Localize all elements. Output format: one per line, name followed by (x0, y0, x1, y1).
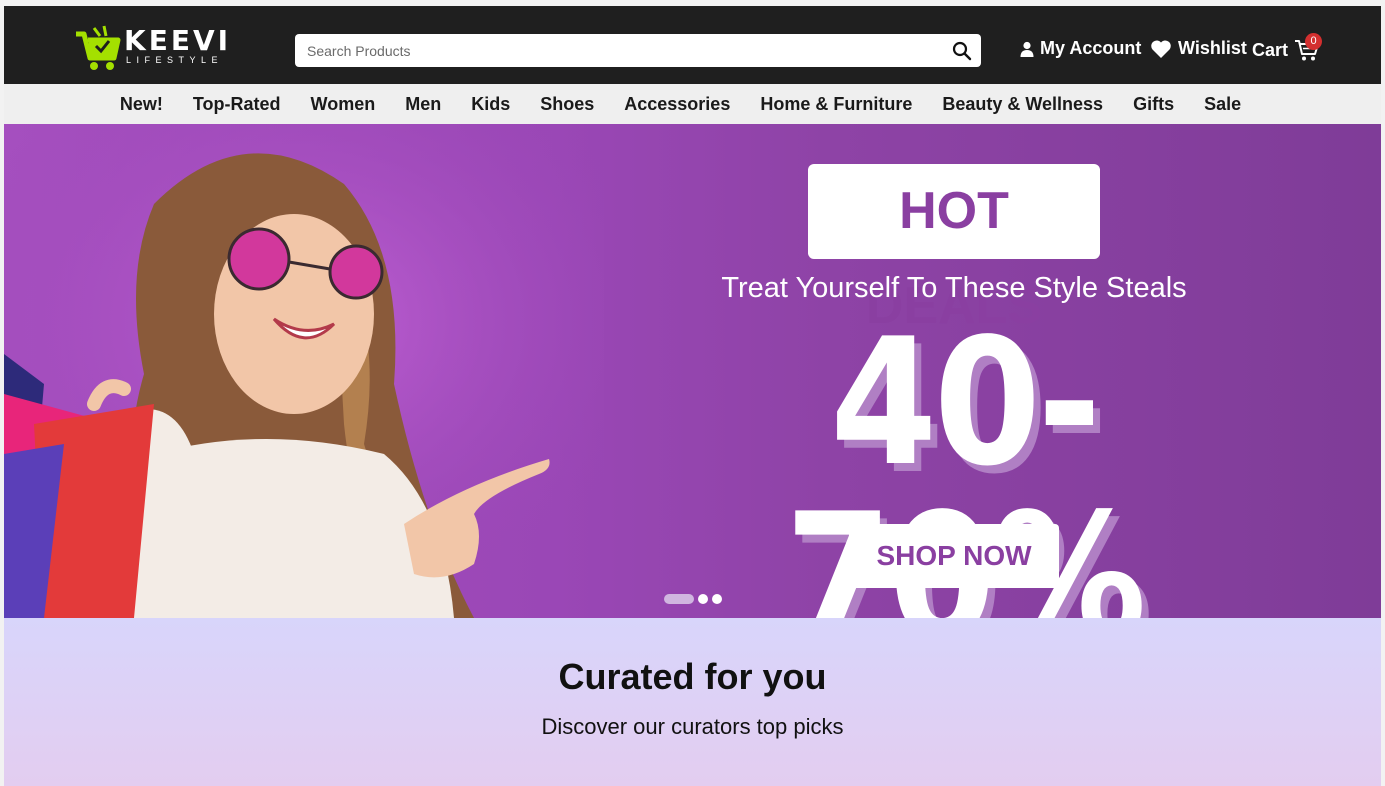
cart-logo-icon (76, 25, 121, 70)
nav-item-gifts[interactable]: Gifts (1133, 94, 1174, 115)
hero-tagline: Treat Yourself To These Style Steals (721, 272, 1187, 304)
nav-item-shoes[interactable]: Shoes (540, 94, 594, 115)
site-header: KEEVI LIFESTYLE My Account Wishli (4, 6, 1381, 84)
nav-item-beauty-wellness[interactable]: Beauty & Wellness (942, 94, 1103, 115)
nav-item-new[interactable]: New! (120, 94, 163, 115)
shop-now-button[interactable]: SHOP NOW (849, 524, 1059, 588)
main-nav: New! Top-Rated Women Men Kids Shoes Acce… (4, 84, 1381, 124)
nav-item-home-furniture[interactable]: Home & Furniture (760, 94, 912, 115)
carousel-dots (664, 594, 722, 604)
cart-count-badge: 0 (1305, 33, 1322, 50)
curated-subtitle: Discover our curators top picks (541, 714, 844, 739)
hero-model-image (4, 124, 604, 618)
search-bar (295, 34, 981, 67)
heart-icon (1151, 39, 1171, 58)
nav-item-women[interactable]: Women (311, 94, 376, 115)
user-icon (1020, 41, 1034, 57)
curated-title: Curated for you (558, 656, 827, 697)
brand-tagline: LIFESTYLE (126, 55, 224, 65)
cart-label: Cart (1252, 39, 1289, 60)
nav-item-accessories[interactable]: Accessories (624, 94, 730, 115)
carousel-dot-1[interactable] (664, 594, 694, 604)
hot-deals-badge: HOT DEALS (808, 164, 1100, 335)
brand-logo[interactable]: KEEVI LIFESTYLE (72, 22, 232, 74)
brand-name: KEEVI (124, 24, 232, 57)
carousel-dot-3[interactable] (712, 594, 722, 604)
page: KEEVI LIFESTYLE My Account Wishli (4, 6, 1381, 786)
wishlist-label: Wishlist (1178, 38, 1247, 58)
curated-section: Curated for you Discover our curators to… (4, 618, 1381, 786)
my-account-link[interactable]: My Account (1020, 38, 1141, 59)
nav-item-top-rated[interactable]: Top-Rated (193, 94, 281, 115)
carousel-dot-2[interactable] (698, 594, 708, 604)
nav-item-sale[interactable]: Sale (1204, 94, 1241, 115)
my-account-label: My Account (1040, 38, 1142, 58)
nav-item-men[interactable]: Men (405, 94, 441, 115)
hero-banner[interactable]: HOT DEALS Treat Yourself To These Style … (4, 124, 1381, 618)
wishlist-link[interactable]: Wishlist (1150, 38, 1247, 59)
search-icon[interactable] (951, 40, 973, 62)
search-input[interactable] (295, 34, 915, 67)
nav-item-kids[interactable]: Kids (471, 94, 510, 115)
